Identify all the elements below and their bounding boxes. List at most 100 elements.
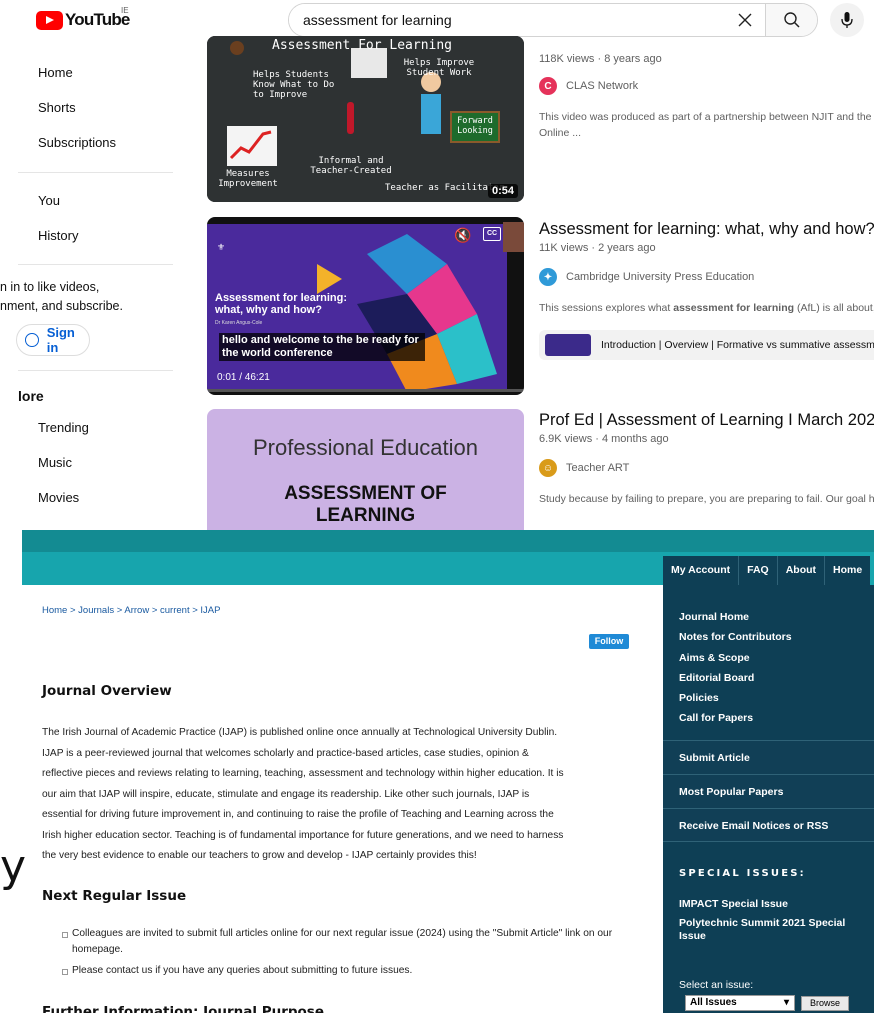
description-text: (AfL) is all about, a: [796, 302, 874, 314]
video-title[interactable]: Assessment for learning: what, why and h…: [539, 220, 874, 239]
browse-button[interactable]: Browse: [801, 996, 849, 1011]
sidebar-link-notes[interactable]: Notes for Contributors: [679, 627, 792, 647]
next-issue-heading: Next Regular Issue: [42, 888, 187, 904]
sidebar-item-history[interactable]: History: [38, 228, 78, 243]
country-code: IE: [121, 6, 129, 15]
youtube-sidebar: Home Shorts Subscriptions You History n …: [0, 40, 200, 530]
sidebar-item-movies[interactable]: Movies: [38, 490, 79, 505]
channel-name: CLAS Network: [566, 80, 639, 92]
channel-name: Cambridge University Press Education: [566, 271, 755, 283]
sidebar-divider: [18, 264, 173, 265]
sidebar-link-journal-home[interactable]: Journal Home: [679, 607, 792, 627]
special-issue-link[interactable]: Polytechnic Summit 2021 Special Issue: [679, 917, 864, 943]
channel-link[interactable]: ☺ Teacher ART: [539, 459, 874, 477]
channel-avatar-icon: ✦: [539, 268, 557, 286]
sidebar-link-policies[interactable]: Policies: [679, 688, 792, 708]
chapters-strip[interactable]: Introduction | Overview | Formative vs s…: [539, 330, 874, 360]
overview-line: essential for driving future improvement…: [42, 809, 554, 820]
search-box: [288, 3, 818, 37]
thumbnail-label: Informal and Teacher-Created: [310, 156, 392, 176]
special-issues-heading: SPECIAL ISSUES:: [679, 868, 806, 879]
special-issues-list: IMPACT Special Issue Polytechnic Summit …: [679, 898, 864, 943]
voice-search-button[interactable]: [830, 3, 864, 37]
slide-title: Assessment for learning: what, why and h…: [215, 292, 348, 316]
sidebar-item-subscriptions[interactable]: Subscriptions: [38, 135, 116, 150]
description-line: This video was produced as part of a par…: [539, 111, 872, 123]
closed-captions-icon[interactable]: CC: [483, 227, 501, 241]
video-views: 118K views · 8 years ago: [539, 53, 662, 65]
explore-heading: lore: [18, 388, 44, 404]
follow-button[interactable]: Follow: [589, 634, 629, 649]
video-timestamp: 0:01 / 46:21: [217, 372, 270, 383]
journal-sidebar: Journal Home Notes for Contributors Aims…: [663, 585, 874, 1013]
submit-article-link[interactable]: Submit Article: [663, 740, 874, 774]
sidebar-item-trending[interactable]: Trending: [38, 420, 89, 435]
overlay-glyph: y: [0, 841, 27, 892]
account-icon: [25, 333, 39, 347]
channel-link[interactable]: ✦ Cambridge University Press Education: [539, 268, 874, 286]
thumbnail-subheading: ASSESSMENT OF: [284, 483, 447, 504]
thumbnail-label: Helps Students Know What to Do to Improv…: [253, 70, 335, 100]
youtube-play-icon: [36, 10, 63, 30]
overview-line: Irish higher education sector. Teaching …: [42, 829, 564, 841]
nav-home[interactable]: Home: [825, 556, 870, 585]
description-line: Online ...: [539, 127, 582, 139]
popular-papers-link[interactable]: Most Popular Papers: [663, 774, 874, 808]
video-result-meta: Prof Ed | Assessment of Learning I March…: [539, 411, 874, 507]
breadcrumb[interactable]: Home > Journals > Arrow > current > IJAP: [42, 605, 220, 616]
video-duration: 0:54: [487, 184, 518, 198]
sidebar-item-shorts[interactable]: Shorts: [38, 100, 76, 115]
clear-search-icon[interactable]: [725, 4, 765, 36]
nav-about[interactable]: About: [778, 556, 826, 585]
thumbnail-title: Assessment For Learning: [272, 38, 453, 53]
search-button[interactable]: [765, 4, 817, 36]
speaker-webcam: [503, 222, 524, 252]
sidebar-divider: [18, 370, 173, 371]
issue-select[interactable]: All Issues: [685, 995, 795, 1011]
youtube-logo[interactable]: YouTube: [36, 10, 130, 30]
video-progress-bar[interactable]: [207, 389, 524, 392]
slide-author: Dr Karen Angus-Cole: [215, 320, 263, 326]
sidebar-link-aims[interactable]: Aims & Scope: [679, 648, 792, 668]
chapters-text: Introduction | Overview | Formative vs s…: [601, 339, 874, 351]
select-issue-label: Select an issue:: [679, 979, 754, 991]
sidebar-divider: [18, 172, 173, 173]
video-thumbnail[interactable]: ⚜ Assessment for learning: what, why and…: [207, 217, 524, 395]
next-issue-list: Colleagues are invited to submit full ar…: [62, 926, 632, 984]
sidebar-links: Journal Home Notes for Contributors Aims…: [679, 607, 792, 729]
video-description: This sessions explores what assessment f…: [539, 300, 874, 316]
description-text: This sessions explores what: [539, 302, 674, 314]
youtube-logo-text: YouTube: [65, 10, 130, 29]
microphone-icon: [841, 12, 853, 28]
signin-prompt-line: nment, and subscribe.: [0, 299, 123, 313]
mute-icon[interactable]: 🔇: [454, 227, 471, 244]
overview-line: IJAP is a peer-reviewed journal that wel…: [42, 747, 529, 759]
sidebar-link-editorial[interactable]: Editorial Board: [679, 668, 792, 688]
search-input[interactable]: [289, 4, 725, 36]
sidebar-link-call-for-papers[interactable]: Call for Papers: [679, 708, 792, 728]
video-thumbnail[interactable]: Professional Education ASSESSMENT OF LEA…: [207, 409, 524, 530]
video-description: Study because by failing to prepare, you…: [539, 493, 874, 505]
video-caption: hello and welcome to the be ready for th…: [219, 333, 425, 361]
email-notices-link[interactable]: Receive Email Notices or RSS: [663, 808, 874, 842]
video-thumbnail[interactable]: Assessment For Learning Helps Students K…: [207, 36, 524, 202]
overview-line: the very best evidence to enable our tea…: [42, 850, 477, 861]
nav-my-account[interactable]: My Account: [663, 556, 740, 585]
channel-avatar-icon: ☺: [539, 459, 557, 477]
journal-page: My Account FAQ About Home Home > Journal…: [0, 530, 874, 1013]
sidebar-item-home[interactable]: Home: [38, 65, 73, 80]
sidebar-item-music[interactable]: Music: [38, 455, 72, 470]
channel-avatar: C: [539, 77, 557, 95]
sidebar-item-you[interactable]: You: [38, 193, 60, 208]
video-result-meta: 118K views · 8 years ago C CLAS Network …: [539, 50, 874, 141]
sign-in-button[interactable]: Sign in: [16, 324, 90, 356]
youtube-page: YouTube IE Home Shorts Subscriptions You: [0, 0, 874, 530]
video-title[interactable]: Prof Ed | Assessment of Learning I March…: [539, 411, 874, 430]
thumbnail-label: Helps Improve Student Work: [403, 58, 475, 78]
screenshot-stage: YouTube IE Home Shorts Subscriptions You: [0, 0, 874, 1013]
channel-link[interactable]: C CLAS Network: [539, 77, 874, 95]
special-issue-link[interactable]: IMPACT Special Issue: [679, 898, 864, 911]
search-icon: [783, 12, 800, 28]
thumbnail-label: Teacher as Facilitator: [385, 183, 505, 193]
nav-faq[interactable]: FAQ: [739, 556, 778, 585]
